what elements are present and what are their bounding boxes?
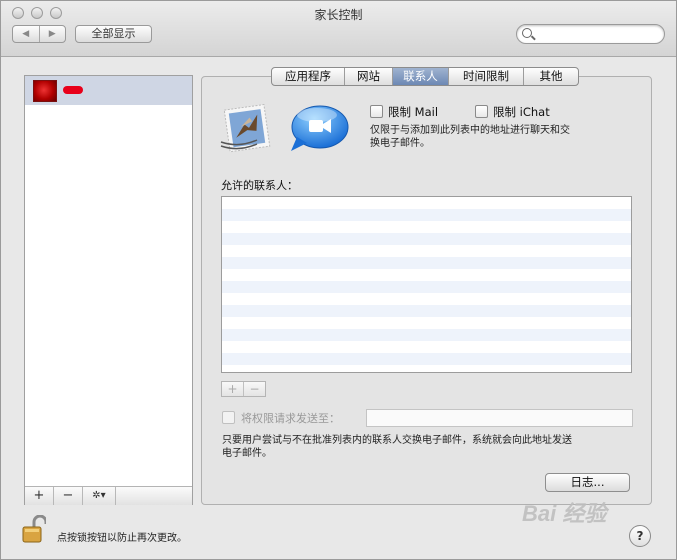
tab-contacts[interactable]: 联系人	[393, 68, 449, 85]
add-contact-button[interactable]: +	[222, 382, 244, 396]
window-title: 家长控制	[314, 8, 363, 22]
contacts-description-line-1: 仅限于与添加到此列表中的地址进行聊天和交	[370, 125, 570, 136]
remove-contact-button[interactable]: −	[244, 382, 265, 396]
user-list-item[interactable]	[25, 76, 192, 105]
user-list: + − ✲▾	[24, 75, 193, 505]
allowed-contacts-list[interactable]	[221, 196, 632, 373]
ichat-icon	[291, 105, 349, 151]
send-permission-label: 将权限请求发送至：	[241, 412, 340, 425]
send-permission-note: 只要用户尝试与不在批准列表内的联系人交换电子邮件，系统就会向此地址发送 电子邮件…	[222, 434, 642, 460]
titlebar: 家长控制 ◀ ▶ 全部显示	[1, 1, 676, 57]
forward-arrow-icon[interactable]: ▶	[40, 26, 66, 42]
send-permission-email-field[interactable]	[366, 409, 633, 427]
send-permission-checkbox[interactable]	[222, 411, 235, 424]
action-menu-button[interactable]: ✲▾	[83, 487, 116, 505]
contacts-add-remove-control: + −	[221, 381, 266, 397]
remove-user-button[interactable]: −	[54, 487, 83, 505]
watermark-logo: Bai 经验	[522, 501, 607, 526]
user-name-redacted	[63, 86, 83, 94]
limit-ichat-label: 限制 iChat	[493, 105, 550, 119]
contacts-description-line-2: 换电子邮件。	[370, 138, 430, 149]
limit-ichat-checkbox[interactable]	[475, 105, 488, 118]
allowed-contacts-label: 允许的联系人：	[221, 179, 298, 192]
list-row-stripe	[222, 209, 631, 221]
list-row-stripe	[222, 353, 631, 365]
tab-bar: 应用程序 网站 联系人 时间限制 其他	[271, 67, 579, 86]
logs-button[interactable]: 日志...	[545, 473, 630, 492]
help-button[interactable]: ?	[629, 525, 651, 547]
tab-other[interactable]: 其他	[524, 68, 578, 85]
show-all-button[interactable]: 全部显示	[75, 25, 152, 43]
list-row-stripe	[222, 233, 631, 245]
back-forward-control: ◀ ▶	[12, 25, 66, 43]
send-note-line-2: 电子邮件。	[222, 448, 272, 459]
list-row-stripe	[222, 281, 631, 293]
limit-mail-checkbox[interactable]	[370, 105, 383, 118]
list-row-stripe	[222, 305, 631, 317]
back-arrow-icon[interactable]: ◀	[13, 26, 40, 42]
send-note-line-1: 只要用户尝试与不在批准列表内的联系人交换电子邮件，系统就会向此地址发送	[222, 435, 572, 446]
limit-mail-label: 限制 Mail	[388, 105, 439, 119]
contacts-description: 仅限于与添加到此列表中的地址进行聊天和交 换电子邮件。	[370, 124, 610, 150]
lock-message: 点按锁按钮以防止再次更改。	[57, 533, 187, 544]
tab-apps[interactable]: 应用程序	[272, 68, 345, 85]
user-list-toolbar: + − ✲▾	[25, 486, 192, 505]
user-avatar	[33, 80, 57, 102]
search-input[interactable]	[537, 27, 657, 41]
mail-icon	[220, 103, 271, 153]
tab-time-limits[interactable]: 时间限制	[449, 68, 524, 85]
lock-icon[interactable]	[22, 515, 46, 543]
list-row-stripe	[222, 329, 631, 341]
tab-websites[interactable]: 网站	[345, 68, 393, 85]
search-icon	[522, 28, 532, 38]
list-row-stripe	[222, 257, 631, 269]
add-user-button[interactable]: +	[25, 487, 54, 505]
search-field[interactable]	[516, 24, 665, 44]
